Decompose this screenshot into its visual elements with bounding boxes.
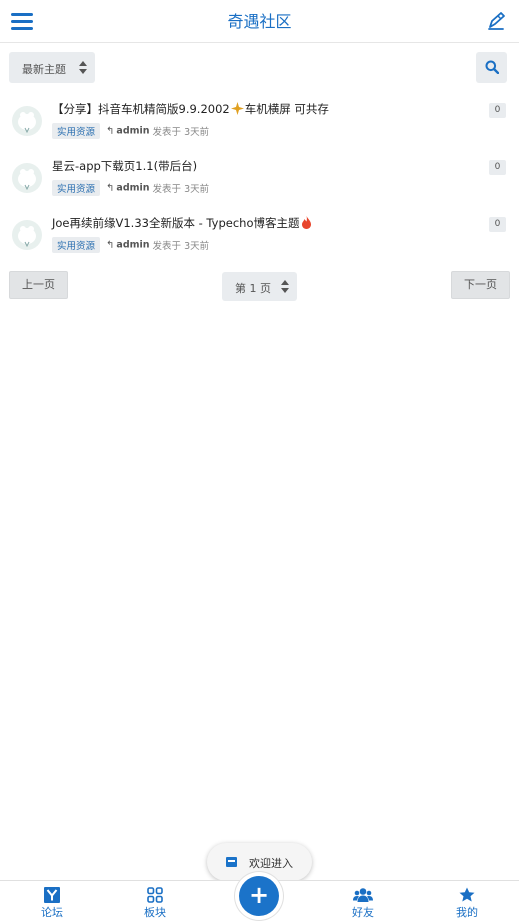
reply-count-badge: 0	[489, 103, 506, 118]
plus-icon: +	[248, 881, 270, 909]
fire-icon	[301, 216, 311, 229]
nav-item-forum[interactable]: 论坛	[22, 887, 82, 923]
post-time: 发表于 3天前	[152, 241, 210, 252]
post-item[interactable]: 星云-app下载页1.1(带后台) 实用资源 ↰ admin 发表于 3天前 0	[0, 158, 519, 210]
author-name[interactable]: admin	[116, 240, 149, 251]
nav-item-friends[interactable]: 好友	[333, 887, 393, 923]
forum-y-icon	[44, 887, 60, 903]
reply-icon: ↰	[106, 125, 115, 137]
sort-select-value: 最新主题	[22, 63, 66, 76]
search-button[interactable]	[476, 52, 507, 83]
nav-label: 板块	[144, 906, 166, 919]
toast-text: 欢迎进入	[249, 857, 293, 870]
reply-count-badge: 0	[489, 217, 506, 232]
post-meta: 实用资源 ↰ admin 发表于 3天前	[52, 237, 210, 253]
post-item[interactable]: 【分享】抖音车机精简版9.9.2002 车机横屏 可共存 实用资源 ↰ admin 发表…	[0, 101, 519, 153]
category-tag[interactable]: 实用资源	[52, 180, 101, 196]
avatar[interactable]	[12, 163, 42, 193]
post-item[interactable]: Joe再续前缘V1.33全新版本 - Typecho博客主题 实用资源 ↰ admi…	[0, 215, 519, 267]
nav-label: 好友	[352, 906, 374, 919]
post-title[interactable]: 【分享】抖音车机精简版9.9.2002 车机横屏 可共存	[52, 101, 329, 117]
reply-icon: ↰	[106, 182, 115, 194]
post-title-text: 星云-app下载页1.1(带后台)	[52, 159, 198, 173]
star-icon	[459, 887, 475, 902]
users-icon	[353, 888, 373, 902]
post-title-suffix: 车机横屏 可共存	[244, 102, 329, 116]
post-time: 发表于 3天前	[152, 127, 210, 138]
avatar[interactable]	[12, 220, 42, 250]
author-name[interactable]: admin	[116, 183, 149, 194]
pagination: 上一页 第 1 页 下一页	[0, 271, 519, 301]
post-time: 发表于 3天前	[152, 184, 210, 195]
post-title[interactable]: 星云-app下载页1.1(带后台)	[52, 158, 197, 174]
prev-page-button[interactable]: 上一页	[9, 271, 68, 299]
post-meta: 实用资源 ↰ admin 发表于 3天前	[52, 180, 210, 196]
post-meta: 实用资源 ↰ admin 发表于 3天前	[52, 123, 210, 139]
category-tag[interactable]: 实用资源	[52, 123, 101, 139]
sparkle-icon	[230, 102, 244, 115]
search-icon	[485, 60, 499, 74]
page-title: 奇遇社区	[227, 12, 292, 31]
app-icon	[226, 857, 237, 867]
next-page-button[interactable]: 下一页	[451, 271, 510, 299]
app-header: 奇遇社区	[0, 0, 519, 43]
sort-arrows-icon	[79, 61, 87, 74]
new-post-fab-button[interactable]: +	[239, 876, 279, 916]
post-title-text: Joe再续前缘V1.33全新版本 - Typecho博客主题	[52, 216, 300, 230]
page-select[interactable]: 第 1 页	[222, 272, 297, 301]
pencil-icon[interactable]	[485, 10, 507, 32]
grid-icon	[147, 887, 163, 903]
nav-label: 论坛	[41, 906, 63, 919]
nav-item-mine[interactable]: 我的	[437, 887, 497, 923]
nav-item-boards[interactable]: 板块	[125, 887, 185, 923]
reply-count-badge: 0	[489, 160, 506, 175]
toolbar: 最新主题	[0, 52, 519, 84]
post-title-text: 【分享】抖音车机精简版9.9.2002	[52, 102, 230, 116]
page-arrows-icon	[281, 280, 289, 293]
avatar[interactable]	[12, 106, 42, 136]
post-title[interactable]: Joe再续前缘V1.33全新版本 - Typecho博客主题	[52, 215, 313, 231]
author-name[interactable]: admin	[116, 126, 149, 137]
nav-label: 我的	[456, 906, 478, 919]
sort-select[interactable]: 最新主题	[9, 52, 95, 83]
page-select-value: 第 1 页	[235, 282, 271, 295]
reply-icon: ↰	[106, 239, 115, 251]
category-tag[interactable]: 实用资源	[52, 237, 101, 253]
